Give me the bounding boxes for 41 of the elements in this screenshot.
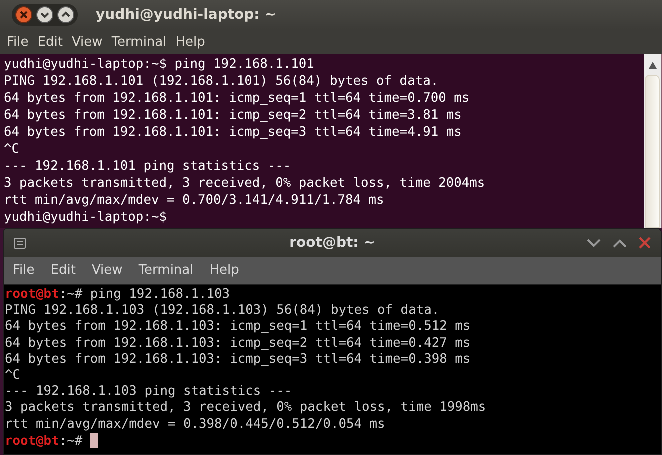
output-line: rtt min/avg/max/mdev = 0.398/0.445/0.512/0.054 ms bbox=[5, 416, 386, 433]
window-title: yudhi@yudhi-laptop: ~ bbox=[96, 7, 276, 23]
menu-item[interactable]: Help bbox=[210, 263, 240, 278]
output-line: 3 packets transmitted, 3 received, 0% packet loss, time 1998ms bbox=[5, 400, 488, 416]
output-line: PING 192.168.1.101 (192.168.1.101) 56(84) bytes of data. bbox=[4, 73, 440, 90]
output-line: 64 bytes from 192.168.1.103: icmp_seq=3 ttl=64 time=0.398 ms bbox=[5, 352, 472, 368]
menu-item[interactable]: View bbox=[92, 263, 123, 278]
scroll-up-icon[interactable] bbox=[648, 62, 656, 69]
menu-item[interactable]: File bbox=[13, 263, 35, 278]
menu-item[interactable]: File bbox=[7, 34, 29, 50]
prompt-line: root@bt:~# bbox=[5, 432, 660, 449]
menu-item[interactable]: Edit bbox=[50, 263, 76, 278]
minimize-icon[interactable] bbox=[587, 238, 601, 248]
window-title: root@bt: ~ bbox=[290, 235, 376, 251]
output-line: 64 bytes from 192.168.1.101: icmp_seq=3 ttl=64 time=4.91 ms bbox=[4, 124, 463, 141]
maximize-icon[interactable] bbox=[57, 6, 75, 24]
minimize-icon[interactable] bbox=[36, 6, 54, 24]
menu-item[interactable]: Terminal bbox=[112, 34, 167, 50]
output-line: 64 bytes from 192.168.1.103: icmp_seq=2 ttl=64 time=0.427 ms bbox=[5, 336, 472, 352]
prompt-line: yudhi@yudhi-laptop:~$ ping 192.168.1.101 bbox=[4, 56, 316, 73]
prompt-line: root@bt:~# ping 192.168.1.103 bbox=[5, 287, 232, 304]
prompt-line: yudhi@yudhi-laptop:~$ bbox=[4, 209, 168, 226]
scrollbar[interactable] bbox=[644, 54, 662, 228]
maximize-icon[interactable] bbox=[613, 238, 627, 248]
output-line: 3 packets transmitted, 3 received, 0% packet loss, time 2004ms bbox=[4, 175, 486, 192]
menu-item[interactable]: Help bbox=[176, 34, 206, 50]
close-icon[interactable] bbox=[15, 6, 33, 24]
output-line: 64 bytes from 192.168.1.101: icmp_seq=2 ttl=64 time=3.81 ms bbox=[4, 107, 463, 124]
menu-item[interactable]: Terminal bbox=[138, 263, 194, 278]
menu-item[interactable]: View bbox=[72, 34, 103, 50]
output-line: ^C bbox=[4, 141, 21, 158]
output-line: ^C bbox=[5, 368, 22, 384]
close-icon[interactable] bbox=[639, 237, 651, 249]
output-line: --- 192.168.1.101 ping statistics --- bbox=[4, 158, 292, 175]
output-line: rtt min/avg/max/mdev = 0.700/3.141/4.911/1.784 ms bbox=[4, 192, 386, 209]
output-line: --- 192.168.1.103 ping statistics --- bbox=[5, 384, 294, 400]
output-line: 64 bytes from 192.168.1.101: icmp_seq=1 ttl=64 time=0.700 ms bbox=[4, 90, 471, 107]
window-menu-icon[interactable] bbox=[14, 238, 26, 248]
output-line: 64 bytes from 192.168.1.103: icmp_seq=1 ttl=64 time=0.512 ms bbox=[5, 319, 472, 336]
output-line: PING 192.168.1.103 (192.168.1.103) 56(84) bytes of data. bbox=[5, 303, 441, 320]
menu-item[interactable]: Edit bbox=[38, 34, 63, 50]
